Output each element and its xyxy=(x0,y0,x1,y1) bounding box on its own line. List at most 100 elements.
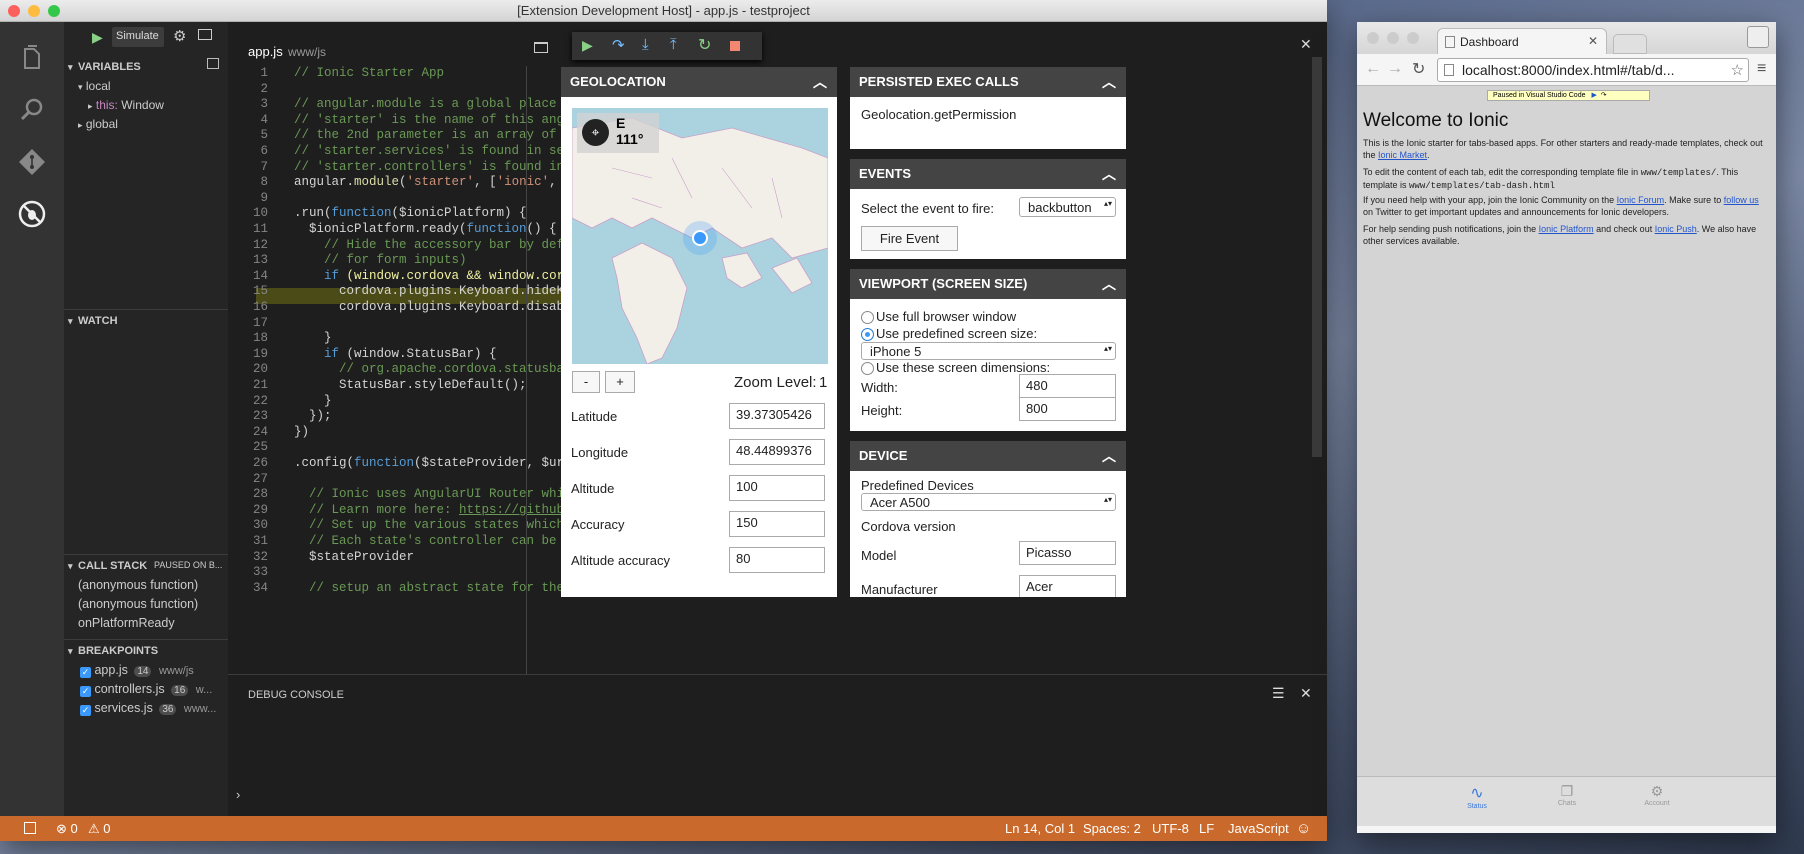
console-input[interactable] xyxy=(248,783,1318,805)
chrome-menu-icon[interactable]: ≡ xyxy=(1757,60,1766,78)
forward-icon[interactable]: → xyxy=(1387,60,1403,78)
custom-size-radio[interactable] xyxy=(861,362,874,375)
search-icon[interactable] xyxy=(16,94,48,126)
debug-icon[interactable] xyxy=(16,198,48,230)
close-panel-icon[interactable]: ✕ xyxy=(1300,36,1312,53)
step-out-icon[interactable]: ⤒ xyxy=(670,36,677,53)
split-editor-icon[interactable] xyxy=(534,42,548,53)
geolocation-header[interactable]: GEOLOCATION ︿ xyxy=(561,67,837,97)
step-over-icon[interactable]: ↷ xyxy=(612,36,625,54)
feedback-smiley-icon[interactable]: ☺ xyxy=(1296,816,1311,841)
close-console-icon[interactable]: ✕ xyxy=(1300,685,1312,702)
collapse-icon[interactable]: ︿ xyxy=(1102,159,1116,189)
stop-icon[interactable] xyxy=(730,41,740,51)
height-input[interactable]: 800 xyxy=(1019,397,1116,421)
address-bar[interactable]: localhost:8000/index.html#/tab/d... ☆ xyxy=(1437,58,1749,82)
breakpoint-item[interactable]: ✓ app.js 14 www/js xyxy=(80,663,228,682)
breakpoints-header[interactable]: BREAKPOINTS xyxy=(64,639,228,662)
map[interactable]: ⌖ E 111° xyxy=(572,108,828,364)
location-marker[interactable] xyxy=(692,230,708,246)
bookmark-star-icon[interactable]: ☆ xyxy=(1731,61,1744,79)
minimize-window-button[interactable] xyxy=(28,5,40,17)
collapse-all-icon[interactable] xyxy=(207,58,219,69)
browser-tab[interactable]: Dashboard ✕ xyxy=(1437,28,1607,54)
scope-local[interactable]: ▾ local xyxy=(78,79,218,93)
viewport-header[interactable]: VIEWPORT (SCREEN SIZE) ︿ xyxy=(850,269,1126,299)
manufacturer-input[interactable]: Acer xyxy=(1019,575,1116,597)
device-header[interactable]: DEVICE ︿ xyxy=(850,441,1126,471)
terminal-icon[interactable] xyxy=(198,29,212,40)
breakpoint-checkbox[interactable]: ✓ xyxy=(80,686,91,697)
events-header[interactable]: EVENTS ︿ xyxy=(850,159,1126,189)
tab-account[interactable]: ⚙ Account xyxy=(1627,783,1687,807)
screen-size-select[interactable]: iPhone 5 xyxy=(861,342,1116,360)
watch-header[interactable]: WATCH xyxy=(64,309,228,332)
errors-count[interactable]: ⊗ 0 xyxy=(56,816,78,841)
warnings-count[interactable]: ⚠ 0 xyxy=(88,816,111,841)
profile-icon[interactable] xyxy=(1747,26,1769,48)
close-window-button[interactable] xyxy=(1367,32,1379,44)
step-icon[interactable]: ↷ xyxy=(1601,92,1607,99)
zoom-out-button[interactable]: - xyxy=(572,371,600,393)
altitude-accuracy-input[interactable]: 80 xyxy=(729,547,825,573)
close-window-button[interactable] xyxy=(8,5,20,17)
model-input[interactable]: Picasso xyxy=(1019,541,1116,565)
follow-us-link[interactable]: follow us xyxy=(1724,195,1759,205)
step-into-icon[interactable]: ⤓ xyxy=(642,36,649,53)
persisted-calls-header[interactable]: PERSISTED EXEC CALLS ︿ xyxy=(850,67,1126,97)
zoom-window-button[interactable] xyxy=(48,5,60,17)
resume-icon[interactable]: ▶ xyxy=(1591,92,1596,99)
explorer-icon[interactable] xyxy=(16,42,48,74)
accuracy-input[interactable]: 150 xyxy=(729,511,825,537)
start-debugging-icon[interactable]: ▶ xyxy=(92,29,103,46)
debug-config-select[interactable]: Simulate xyxy=(112,27,164,47)
minimize-window-button[interactable] xyxy=(1387,32,1399,44)
breakpoint-item[interactable]: ✓ services.js 36 www... xyxy=(80,701,228,720)
zoom-window-button[interactable] xyxy=(1407,32,1419,44)
variable-this[interactable]: ▸ this: Window xyxy=(88,98,228,112)
breakpoint-checkbox[interactable]: ✓ xyxy=(80,705,91,716)
back-icon[interactable]: ← xyxy=(1365,60,1381,78)
breakpoint-item[interactable]: ✓ controllers.js 16 w... xyxy=(80,682,228,701)
scope-global[interactable]: ▸ global xyxy=(78,117,218,131)
line-ending[interactable]: LF xyxy=(1199,816,1214,841)
language-mode[interactable]: JavaScript xyxy=(1228,816,1289,841)
full-window-radio[interactable] xyxy=(861,311,874,324)
device-select[interactable]: Acer A500 xyxy=(861,493,1116,511)
variables-header[interactable]: VARIABLES xyxy=(64,56,228,78)
ionic-market-link[interactable]: Ionic Market xyxy=(1378,150,1427,160)
breakpoint-checkbox[interactable]: ✓ xyxy=(80,667,91,678)
callstack-frame[interactable]: (anonymous function) xyxy=(78,578,228,597)
latitude-input[interactable]: 39.37305426 xyxy=(729,403,825,429)
explorer-status-icon[interactable] xyxy=(24,822,36,834)
callstack-frame[interactable]: onPlatformReady xyxy=(78,616,228,635)
collapse-icon[interactable]: ︿ xyxy=(813,67,827,97)
ionic-push-link[interactable]: Ionic Push xyxy=(1655,224,1697,234)
longitude-input[interactable]: 48.44899376 xyxy=(729,439,825,465)
reload-icon[interactable]: ↻ xyxy=(1412,59,1425,79)
emulator-scrollbar[interactable] xyxy=(1312,57,1322,457)
ionic-platform-link[interactable]: Ionic Platform xyxy=(1539,224,1594,234)
indentation[interactable]: Spaces: 2 xyxy=(1083,816,1141,841)
editor-tab[interactable]: app.js xyxy=(248,44,283,59)
predefined-size-radio[interactable] xyxy=(861,328,874,341)
collapse-icon[interactable]: ︿ xyxy=(1102,441,1116,471)
tab-status[interactable]: ∿ Status xyxy=(1447,783,1507,810)
event-select[interactable]: backbutton xyxy=(1019,197,1116,217)
encoding[interactable]: UTF-8 xyxy=(1152,816,1189,841)
collapse-icon[interactable]: ︿ xyxy=(1102,269,1116,299)
tab-chats[interactable]: ❐ Chats xyxy=(1537,783,1597,807)
new-tab-button[interactable] xyxy=(1613,34,1647,54)
fire-event-button[interactable]: Fire Event xyxy=(861,226,958,251)
clear-console-icon[interactable]: ☰ xyxy=(1272,685,1285,702)
page-info-icon[interactable] xyxy=(1444,64,1454,76)
close-tab-icon[interactable]: ✕ xyxy=(1588,34,1598,48)
collapse-icon[interactable]: ︿ xyxy=(1102,67,1116,97)
ionic-forum-link[interactable]: Ionic Forum xyxy=(1617,195,1665,205)
altitude-input[interactable]: 100 xyxy=(729,475,825,501)
git-icon[interactable] xyxy=(16,146,48,178)
callstack-frame[interactable]: (anonymous function) xyxy=(78,597,228,616)
zoom-in-button[interactable]: + xyxy=(605,371,635,393)
cursor-position[interactable]: Ln 14, Col 1 xyxy=(1005,816,1075,841)
continue-icon[interactable]: ▶ xyxy=(582,37,593,54)
